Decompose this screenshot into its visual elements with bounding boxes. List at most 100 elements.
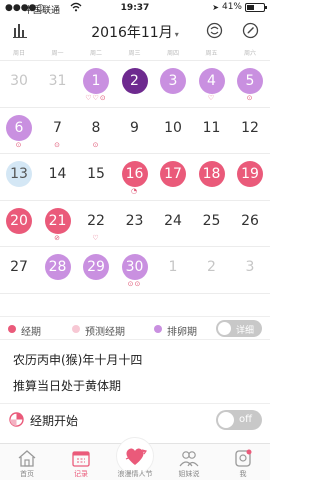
tab-label: 首页 — [20, 470, 34, 478]
day-number: 3 — [160, 68, 186, 94]
period-start-label: 经期开始 — [30, 414, 79, 428]
calendar-day[interactable]: 2 — [193, 249, 231, 286]
day-number: 18 — [198, 161, 225, 187]
tab-label: 浪漫情人节 — [117, 470, 153, 478]
calendar-day[interactable]: 1 — [154, 249, 192, 286]
day-number: 1 — [168, 259, 178, 275]
day-number: 4 — [198, 68, 225, 94]
month-selector[interactable]: 2016年11月 ▾ — [0, 22, 270, 42]
calendar-day[interactable]: 22 ♡ — [77, 203, 115, 242]
calendar-day[interactable]: 4 ♡ — [193, 63, 231, 102]
sync-icon[interactable] — [206, 22, 223, 43]
tab-record[interactable]: 记录 — [54, 444, 108, 480]
day-number: 16 — [121, 161, 148, 187]
calendar-day[interactable]: 30 — [0, 63, 38, 100]
day-number: 23 — [125, 212, 144, 229]
row-divider — [0, 106, 270, 108]
legend-ovulation: 排卵期 — [167, 327, 197, 338]
period-dot-icon — [8, 325, 16, 333]
day-number: 3 — [245, 259, 255, 275]
row-divider — [0, 199, 270, 201]
day-number: 11 — [202, 119, 221, 136]
day-number: 24 — [164, 212, 182, 229]
day-number: 2 — [207, 259, 216, 275]
people-icon — [179, 449, 199, 471]
calendar-day[interactable]: 25 — [193, 203, 231, 240]
calendar-day[interactable]: 14 — [39, 156, 77, 193]
day-number: 22 — [87, 212, 105, 229]
day-number: 9 — [130, 119, 139, 136]
period-start-row: 经期开始 off — [0, 403, 270, 437]
day-mark-icons: ⊙ — [246, 94, 254, 102]
calendar-day[interactable]: 8 ⊙ — [77, 110, 115, 149]
period-start-toggle[interactable]: off — [216, 410, 262, 430]
day-mark-icons: ◔ — [130, 187, 139, 195]
calendar-day[interactable]: 28 — [39, 249, 77, 286]
calendar-day[interactable]: 3 — [154, 63, 192, 100]
calendar-day[interactable]: 29 — [77, 249, 115, 286]
day-number: 6 — [6, 114, 32, 141]
day-number: 28 — [44, 254, 71, 280]
tab-home[interactable]: 首页 — [0, 444, 54, 480]
row-divider — [0, 246, 270, 247]
day-number: 12 — [241, 119, 259, 136]
day-number: 8 — [91, 119, 101, 136]
day-number: 29 — [83, 254, 109, 280]
calendar-day[interactable]: 6 ⊙ — [0, 110, 38, 149]
lunar-date: 农历丙申(猴)年十月十四 — [13, 353, 143, 367]
ovulation-dot-icon — [154, 325, 162, 333]
day-number: 13 — [6, 161, 32, 187]
day-number: 19 — [237, 161, 263, 187]
calendar-day[interactable]: 13 — [0, 156, 38, 193]
calendar-day[interactable]: 20 — [0, 203, 38, 240]
calendar-day[interactable]: 24 — [154, 203, 192, 240]
calendar-day[interactable]: 12 — [231, 110, 269, 147]
detail-toggle-label: 详细 — [236, 326, 255, 336]
day-number: 15 — [87, 166, 105, 182]
month-title: 2016年11月 — [91, 25, 173, 41]
weekday-label: 周二 — [89, 50, 102, 57]
calendar-day[interactable]: 26 — [231, 203, 269, 240]
calendar-day[interactable]: 27 — [0, 249, 38, 286]
calendar-day[interactable]: 11 — [193, 110, 231, 147]
tab-sisters[interactable]: 姐妹说 — [162, 444, 216, 480]
period-drop-icon — [9, 412, 24, 431]
day-number: 5 — [237, 68, 263, 94]
calendar-day[interactable]: 17 — [154, 156, 192, 193]
cycle-phase: 推算当日处于黄体期 — [13, 379, 122, 393]
battery-percent: 41% — [221, 2, 242, 12]
calendar-day[interactable]: 10 — [154, 110, 192, 147]
day-number: 10 — [164, 119, 182, 136]
tab-bar: 首页 记录 浪漫情人节 姐妹说 我 — [0, 437, 270, 480]
calendar-day[interactable]: 16 ◔ — [116, 156, 154, 195]
home-icon — [17, 449, 37, 471]
calendar-day[interactable]: 31 — [39, 63, 77, 100]
tab-valentine[interactable]: 浪漫情人节 — [108, 437, 162, 480]
calendar-day[interactable]: 1 ♡♡⊙ — [77, 63, 115, 102]
calendar-day[interactable]: 5 ⊙ — [231, 63, 269, 102]
calendar-icon — [71, 449, 91, 471]
day-mark-icons: ⊙ — [54, 140, 61, 149]
calendar-day[interactable]: 15 — [77, 156, 115, 193]
calendar-day[interactable]: 30 ⊙⊙ — [116, 249, 154, 288]
calendar-day[interactable]: 19 — [231, 156, 269, 193]
day-mark-icons: ⊙ — [15, 140, 23, 149]
calendar-day[interactable]: 2 — [116, 63, 154, 100]
weekday-label: 周六 — [243, 50, 256, 57]
day-number: 1 — [83, 68, 109, 94]
location-icon: ➤ — [212, 2, 219, 12]
calendar-day[interactable]: 21 ⊘ — [39, 203, 77, 242]
detail-toggle[interactable]: 详细 — [216, 320, 262, 337]
predicted-dot-icon — [72, 325, 80, 333]
calendar-day[interactable]: 3 — [231, 249, 269, 286]
tab-me[interactable]: 我 — [216, 444, 270, 480]
calendar-day[interactable]: 18 — [193, 156, 231, 193]
calendar-day[interactable]: 7 ⊙ — [39, 110, 77, 149]
weekday-label: 周三 — [128, 50, 141, 57]
edit-icon[interactable] — [242, 22, 259, 43]
profile-icon — [233, 449, 253, 471]
weekday-header: 周日 周一 周二 周三 周四 周五 周六 — [0, 48, 270, 60]
calendar-day[interactable]: 23 — [116, 203, 154, 240]
calendar-day[interactable]: 9 — [116, 110, 154, 147]
day-mark-icons: ⊙⊙ — [127, 280, 142, 288]
